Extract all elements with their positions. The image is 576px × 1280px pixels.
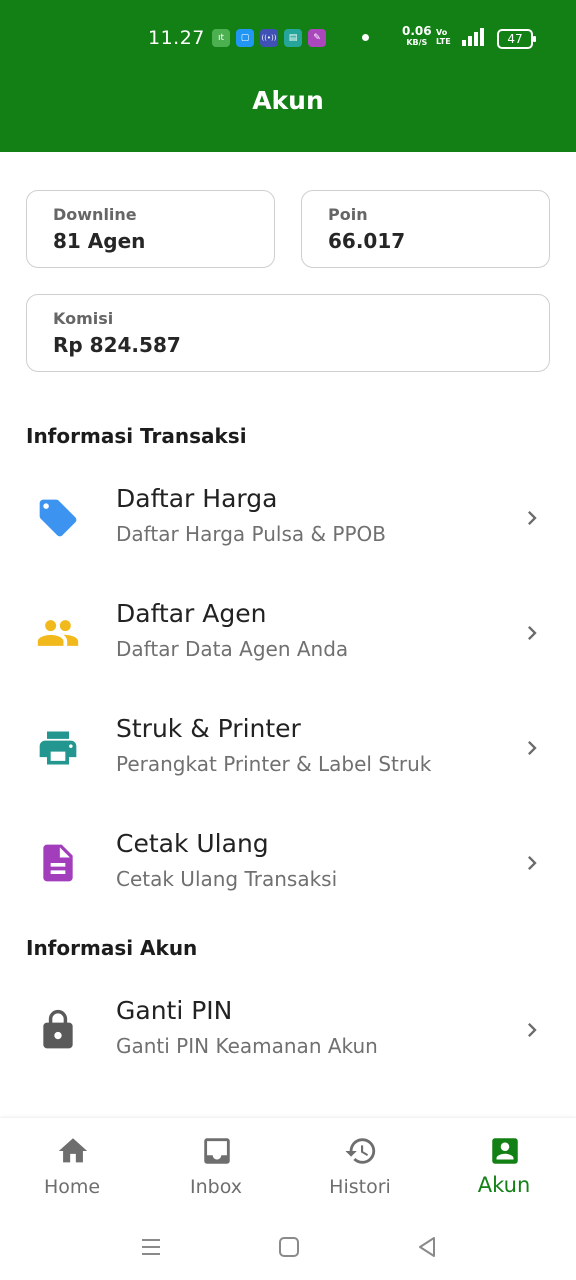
menu-subtitle: Ganti PIN Keamanan Akun [116,1034,378,1058]
komisi-label: Komisi [53,309,114,328]
app-notification-icon: ((•)) [260,29,278,47]
system-navigation-bar [0,1216,576,1280]
poin-label: Poin [328,205,368,224]
menu-item-daftar-harga[interactable]: Daftar Harga Daftar Harga Pulsa & PPOB [0,470,576,570]
volte-indicator: Vo LTE [436,28,451,46]
downline-label: Downline [53,205,137,224]
bottom-navigation: Home Inbox Histori Akun [0,1118,576,1216]
app-notification-icon: ıt [212,29,230,47]
nav-label: Akun [477,1173,531,1197]
network-speed-value: 0.06 [402,24,432,38]
lock-icon [43,1009,73,1049]
status-time: 11.27 [148,27,205,49]
chevron-right-icon [528,1023,537,1037]
nav-histori[interactable]: Histori [288,1118,432,1216]
history-icon [345,1138,376,1164]
document-icon [43,844,73,882]
menu-subtitle: Cetak Ulang Transaksi [116,867,338,891]
chevron-right-icon [528,741,537,755]
menu-title: Daftar Harga [116,484,278,513]
menu-item-ganti-pin[interactable]: Ganti PIN Ganti PIN Keamanan Akun [0,982,576,1082]
chevron-right-icon [528,626,537,640]
people-icon [37,620,79,646]
downline-value: 81 Agen [53,229,146,253]
app-notification-icon: ✎ [308,29,326,47]
home-icon [58,1138,88,1163]
menu-title: Cetak Ulang [116,829,269,858]
nav-label: Histori [329,1176,391,1198]
nav-home[interactable]: Home [0,1118,144,1216]
price-tag-icon [39,499,77,537]
notification-dot-icon [362,34,369,41]
network-speed: 0.06 KB/S [402,24,432,48]
menu-subtitle: Daftar Data Agen Anda [116,637,349,661]
recent-apps-icon[interactable] [136,1232,166,1262]
app-notification-icon: ▢ [236,29,254,47]
network-speed-unit: KB/S [406,38,428,47]
nav-akun[interactable]: Akun [432,1118,576,1216]
volte-top: Vo [436,28,448,37]
poin-card[interactable]: Poin 66.017 [301,190,550,268]
page-title: Akun [252,86,324,115]
inbox-icon [204,1138,230,1164]
menu-subtitle: Daftar Harga Pulsa & PPOB [116,522,387,546]
volte-bottom: LTE [436,37,451,46]
menu-title: Daftar Agen [116,599,267,628]
komisi-value: Rp 824.587 [53,333,181,357]
section-title-transaksi: Informasi Transaksi [26,424,247,448]
signal-icon [462,26,484,46]
menu-title: Struk & Printer [116,714,301,743]
app-header: 11.27 ıt ▢ ((•)) ▤ ✎ 0.06 KB/S Vo LTE 47… [0,0,576,152]
nav-inbox[interactable]: Inbox [144,1118,288,1216]
section-title-akun: Informasi Akun [26,936,198,960]
menu-title: Ganti PIN [116,996,233,1025]
app-notification-icon: ▤ [284,29,302,47]
account-icon [492,1138,518,1164]
home-button-icon[interactable] [274,1232,304,1262]
notification-icons: ıt ▢ ((•)) ▤ ✎ [212,29,326,47]
menu-item-daftar-agen[interactable]: Daftar Agen Daftar Data Agen Anda [0,585,576,685]
poin-value: 66.017 [328,229,406,253]
menu-item-struk-printer[interactable]: Struk & Printer Perangkat Printer & Labe… [0,700,576,800]
battery-icon: 47 [497,29,536,49]
komisi-card[interactable]: Komisi Rp 824.587 [26,294,550,372]
back-button-icon[interactable] [412,1232,442,1262]
status-bar: 11.27 ıt ▢ ((•)) ▤ ✎ 0.06 KB/S Vo LTE 47 [0,0,576,78]
downline-card[interactable]: Downline 81 Agen [26,190,275,268]
chevron-right-icon [528,856,537,870]
chevron-right-icon [528,511,537,525]
menu-item-cetak-ulang[interactable]: Cetak Ulang Cetak Ulang Transaksi [0,815,576,915]
printer-icon [39,731,77,765]
nav-label: Inbox [190,1176,242,1198]
nav-label: Home [43,1176,101,1198]
menu-subtitle: Perangkat Printer & Label Struk [116,752,432,776]
